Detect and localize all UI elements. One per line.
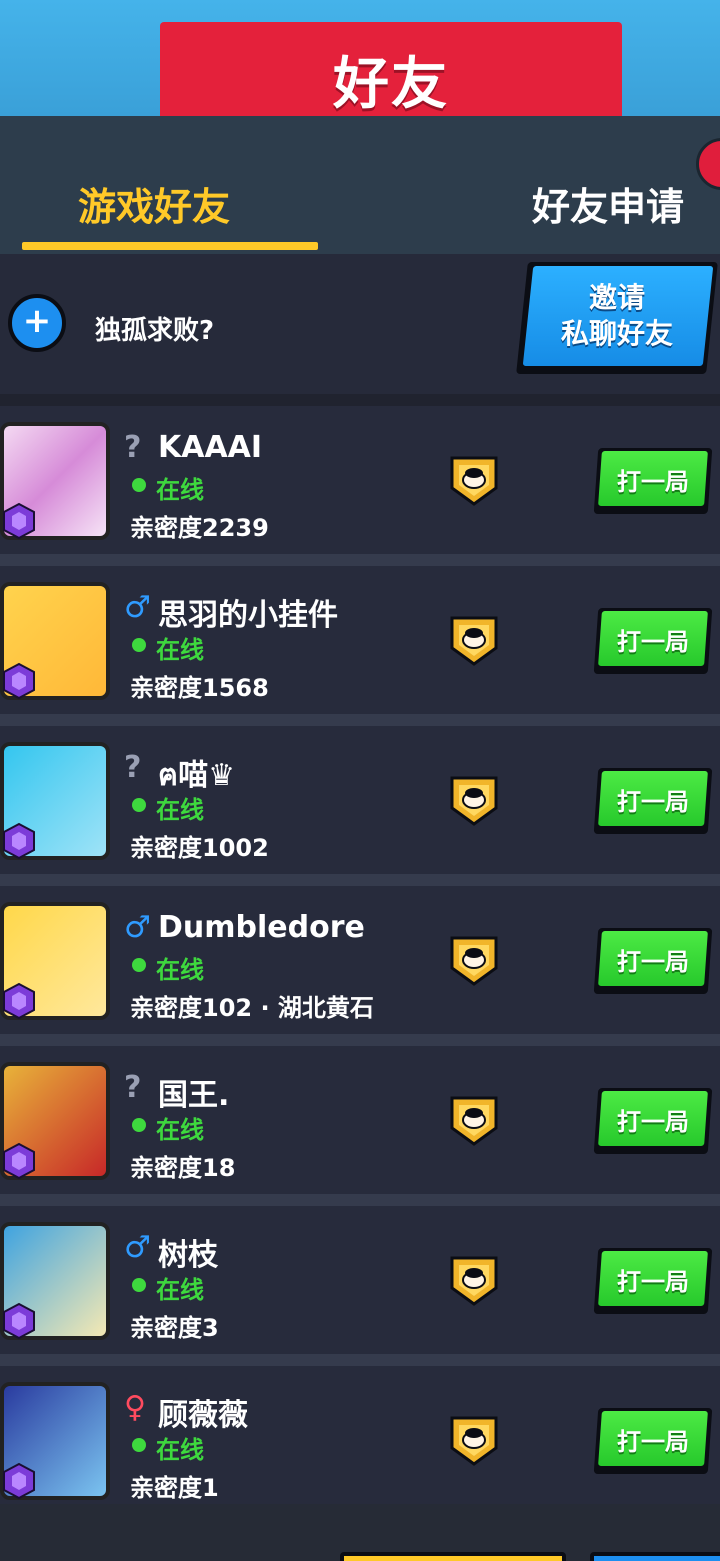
rank-shield-icon [450,936,498,986]
friend-row[interactable]: ♀ 顾薇薇 在线 亲密度1 打一局 [0,1366,720,1514]
invite-button-label: 邀请 私聊好友 [522,280,712,352]
friend-name: KAAAI [158,430,263,465]
rank-shield-icon [450,1256,498,1306]
friend-status: 在线 [156,636,204,664]
online-status-dot [132,958,146,972]
friend-status: 在线 [156,476,204,504]
play-button-label: 打一局 [617,628,689,656]
row-divider [0,714,720,726]
gender-icon: ♂ [124,590,151,625]
invite-button-line1: 邀请 [588,281,645,314]
row-divider [0,874,720,886]
row-divider [0,1194,720,1206]
play-button-label: 打一局 [617,1108,689,1136]
friend-intimacy: 亲密度1002 [130,834,269,862]
hexagon-level-icon [3,982,35,1020]
rank-shield-icon [450,456,498,506]
friend-row[interactable]: ? KAAAI 在线 亲密度2239 打一局 [0,406,720,554]
play-button-label: 打一局 [617,468,689,496]
friend-status: 在线 [156,1436,204,1464]
friend-intimacy: 亲密度2239 [130,514,269,542]
hexagon-level-icon [3,822,35,860]
online-status-dot [132,478,146,492]
friend-name: Dumbledore [158,910,365,945]
play-button-label: 打一局 [617,788,689,816]
hexagon-level-icon [3,1302,35,1340]
online-status-dot [132,798,146,812]
page-title: 好友 [333,51,449,117]
play-game-button[interactable]: 打一局 [593,768,713,834]
add-friend-button[interactable]: + [8,294,66,352]
bottom-yellow-button[interactable] [340,1552,566,1561]
friend-row[interactable]: ♂ 树枝 在线 亲密度3 打一局 [0,1206,720,1354]
row-divider [0,554,720,566]
gender-icon: ♂ [124,1230,151,1265]
friend-status: 在线 [156,956,204,984]
gender-icon: ? [124,750,142,785]
play-game-button[interactable]: 打一局 [593,1408,713,1474]
gender-icon: ♂ [124,910,151,945]
online-status-dot [132,1118,146,1132]
notification-badge [696,138,720,190]
tab-bar: 游戏好友 好友申请 [0,116,720,254]
friend-row[interactable]: ? ฅ喵♛ 在线 亲密度1002 打一局 [0,726,720,874]
bottom-blue-button[interactable] [590,1552,720,1561]
friend-intimacy: 亲密度18 [130,1154,236,1182]
friend-name: 树枝 [158,1238,218,1273]
friend-row[interactable]: ♂ 思羽的小挂件 在线 亲密度1568 打一局 [0,566,720,714]
invite-button-line2: 私聊好友 [560,317,673,350]
row-divider [0,1034,720,1046]
row-divider [0,1354,720,1366]
hexagon-level-icon [3,1462,35,1500]
gender-icon: ? [124,430,142,465]
online-status-dot [132,638,146,652]
friend-name: 思羽的小挂件 [158,598,338,633]
hexagon-level-icon [3,502,35,540]
friend-status: 在线 [156,1276,204,1304]
friend-name: 顾薇薇 [158,1398,248,1433]
online-status-dot [132,1438,146,1452]
rank-shield-icon [450,1096,498,1146]
invite-chat-friend-button[interactable]: 邀请 私聊好友 [516,262,718,374]
play-game-button[interactable]: 打一局 [593,1248,713,1314]
friend-intimacy: 亲密度3 [130,1314,219,1342]
bottom-bar [0,1504,720,1561]
friend-status: 在线 [156,796,204,824]
gender-icon: ♀ [124,1390,146,1425]
rank-shield-icon [450,776,498,826]
play-button-label: 打一局 [617,1268,689,1296]
invite-prompt: 独孤求败? [95,316,215,346]
tab-game-friends[interactable]: 游戏好友 [78,176,230,231]
rank-shield-icon [450,616,498,666]
friend-row[interactable]: ? 国王. 在线 亲密度18 打一局 [0,1046,720,1194]
friend-status: 在线 [156,1116,204,1144]
friend-intimacy: 亲密度1568 [130,674,269,702]
online-status-dot [132,1278,146,1292]
friend-intimacy: 亲密度1 [130,1474,219,1502]
play-game-button[interactable]: 打一局 [593,608,713,674]
hexagon-level-icon [3,1142,35,1180]
play-game-button[interactable]: 打一局 [593,448,713,514]
friend-row[interactable]: ♂ Dumbledore 在线 亲密度102 · 湖北黄石 打一局 [0,886,720,1034]
friend-name: 国王. [158,1078,230,1113]
play-button-label: 打一局 [617,948,689,976]
play-game-button[interactable]: 打一局 [593,928,713,994]
tab-friend-requests[interactable]: 好友申请 [532,176,684,231]
gender-icon: ? [124,1070,142,1105]
friend-intimacy: 亲密度102 · 湖北黄石 [130,994,374,1022]
active-tab-indicator [22,242,318,250]
hexagon-level-icon [3,662,35,700]
play-game-button[interactable]: 打一局 [593,1088,713,1154]
play-button-label: 打一局 [617,1428,689,1456]
rank-shield-icon [450,1416,498,1466]
